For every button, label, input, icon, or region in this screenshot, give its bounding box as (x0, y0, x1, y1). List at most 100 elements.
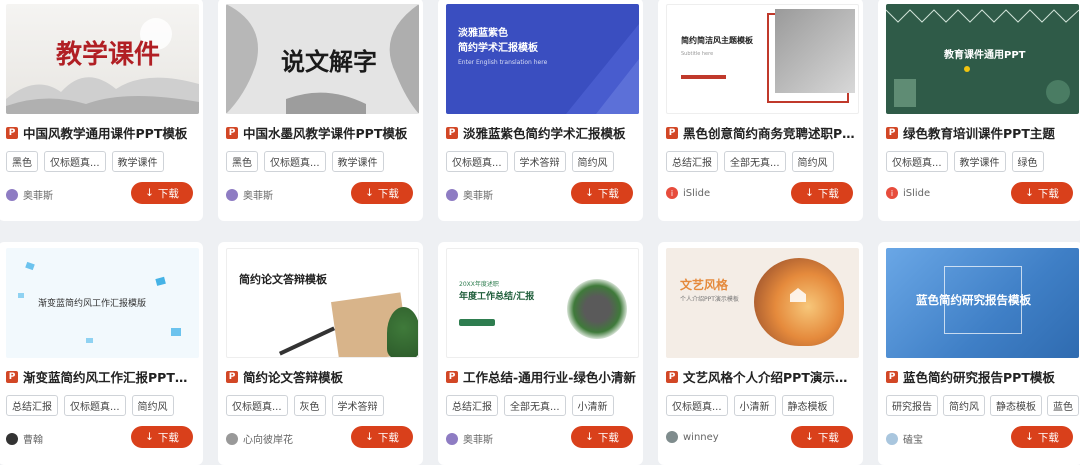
download-button[interactable]: ↓ 下载 (351, 182, 413, 204)
template-thumbnail[interactable]: 渐变蓝简约风工作汇报模版 (6, 248, 199, 358)
tag[interactable]: 教学课件 (953, 151, 1006, 172)
tag[interactable]: 简约风 (943, 395, 985, 416)
tag[interactable]: 绿色 (1011, 151, 1044, 172)
tag[interactable]: 静态模板 (781, 395, 834, 416)
template-card[interactable]: 说文解字 P 中国水墨风教学课件PPT模板 黑色 仅标题真... 教学课件 奥菲… (218, 0, 423, 221)
template-card[interactable]: 教育课件通用PPT P 绿色教育培训课件PPT主题 仅标题真... 教学课件 绿… (878, 0, 1080, 221)
tag[interactable]: 黑色 (226, 151, 258, 172)
ppt-icon: P (6, 370, 18, 383)
tag[interactable]: 学术答辩 (513, 151, 566, 172)
template-title[interactable]: P 黑色创意简约商务竞聘述职PPT... (666, 123, 858, 142)
tag-list: 研究报告 简约风 静态模板 蓝色 (886, 395, 1079, 416)
template-thumbnail[interactable]: 教育课件通用PPT (886, 4, 1079, 114)
tag[interactable]: 简约风 (131, 395, 174, 416)
tag[interactable]: 教学课件 (111, 151, 164, 172)
template-title[interactable]: P 中国风教学通用课件PPT模板 (6, 123, 198, 142)
template-title[interactable]: P 渐变蓝简约风工作汇报PPT模版 (6, 367, 198, 386)
template-title[interactable]: P 文艺风格个人介绍PPT演示模板 (666, 367, 858, 386)
author[interactable]: 心向彼岸花 (226, 431, 293, 446)
template-card[interactable]: 20XX年度述职 年度工作总结/汇报 P 工作总结-通用行业-绿色小清新 总结汇… (438, 242, 643, 465)
template-card[interactable]: 简约简洁风主题模板 Subtitle here P 黑色创意简约商务竞聘述职PP… (658, 0, 863, 221)
author[interactable]: winney (666, 431, 719, 443)
template-thumbnail[interactable]: 20XX年度述职 年度工作总结/汇报 (446, 248, 639, 358)
tag[interactable]: 仅标题真... (64, 395, 126, 416)
author[interactable]: i iSlide (886, 187, 930, 199)
tag[interactable]: 仅标题真... (446, 151, 508, 172)
template-thumbnail[interactable]: 说文解字 (226, 4, 419, 114)
download-button[interactable]: ↓ 下载 (351, 426, 413, 448)
template-title[interactable]: P 中国水墨风教学课件PPT模板 (226, 123, 418, 142)
download-button[interactable]: ↓ 下载 (571, 426, 633, 448)
template-thumbnail[interactable]: 教学课件 (6, 4, 199, 114)
author[interactable]: 奥菲斯 (6, 187, 53, 202)
template-card[interactable]: 渐变蓝简约风工作汇报模版 P 渐变蓝简约风工作汇报PPT模版 总结汇报 仅标题真… (0, 242, 203, 465)
download-button[interactable]: ↓ 下载 (791, 426, 853, 448)
tag[interactable]: 黑色 (6, 151, 38, 172)
tag-list: 总结汇报 全部无真... 简约风 (666, 151, 834, 172)
download-button[interactable]: ↓ 下载 (791, 182, 853, 204)
template-title[interactable]: P 蓝色简约研究报告PPT模板 (886, 367, 1078, 386)
tag[interactable]: 简约风 (571, 151, 614, 172)
author[interactable]: 磕宝 (886, 431, 923, 446)
author[interactable]: i iSlide (666, 187, 710, 199)
download-label: 下载 (377, 187, 399, 200)
avatar (886, 432, 898, 445)
template-card[interactable]: 蓝色简约研究报告模板 P 蓝色简约研究报告PPT模板 研究报告 简约风 静态模板… (878, 242, 1080, 465)
tag[interactable]: 蓝色 (1047, 395, 1079, 416)
tag[interactable]: 全部无真... (504, 395, 566, 416)
template-card[interactable]: 文艺风格 个人介绍PPT演示模板 P 文艺风格个人介绍PPT演示模板 仅标题真.… (658, 242, 863, 465)
tag[interactable]: 全部无真... (724, 151, 786, 172)
tag[interactable]: 仅标题真... (44, 151, 106, 172)
author-name: iSlide (683, 187, 711, 199)
thumbnail-subtitle: Enter English translation here (458, 59, 548, 66)
tag[interactable]: 简约风 (791, 151, 834, 172)
tag[interactable]: 小清新 (571, 395, 614, 416)
download-button[interactable]: ↓ 下载 (131, 182, 193, 204)
template-thumbnail[interactable]: 文艺风格 个人介绍PPT演示模板 (666, 248, 859, 358)
template-grid: 教学课件 P 中国风教学通用课件PPT模板 黑色 仅标题真... 教学课件 奥菲… (0, 0, 1080, 465)
template-title[interactable]: P 工作总结-通用行业-绿色小清新 (446, 367, 638, 386)
download-label: 下载 (377, 431, 399, 444)
tag[interactable]: 仅标题真... (264, 151, 326, 172)
tag[interactable]: 总结汇报 (666, 151, 718, 172)
tag[interactable]: 小清新 (733, 395, 776, 416)
tag[interactable]: 研究报告 (886, 395, 938, 416)
tag[interactable]: 仅标题真... (226, 395, 288, 416)
download-button[interactable]: ↓ 下载 (1011, 182, 1073, 204)
template-card[interactable]: 淡雅蓝紫色 简约学术汇报模板 Enter English translation… (438, 0, 643, 221)
tag[interactable]: 总结汇报 (446, 395, 498, 416)
template-card[interactable]: 教学课件 P 中国风教学通用课件PPT模板 黑色 仅标题真... 教学课件 奥菲… (0, 0, 203, 221)
template-thumbnail[interactable]: 简约简洁风主题模板 Subtitle here (666, 4, 859, 114)
template-title[interactable]: P 淡雅蓝紫色简约学术汇报模板 (446, 123, 638, 142)
template-thumbnail[interactable]: 蓝色简约研究报告模板 (886, 248, 1079, 358)
download-arrow-icon: ↓ (365, 431, 374, 443)
tag[interactable]: 总结汇报 (6, 395, 58, 416)
tag[interactable]: 学术答辩 (331, 395, 384, 416)
thumbnail-title: 渐变蓝简约风工作汇报模版 (38, 299, 147, 309)
author-name: 奥菲斯 (463, 191, 493, 202)
tag[interactable]: 仅标题真... (666, 395, 728, 416)
template-card[interactable]: 简约论文答辩模板 P 简约论文答辩模板 仅标题真... 灰色 学术答辩 心向彼岸… (218, 242, 423, 465)
tag[interactable]: 仅标题真... (886, 151, 948, 172)
tag[interactable]: 教学课件 (331, 151, 384, 172)
thumbnail-title: 淡雅蓝紫色 简约学术汇报模板 (458, 28, 538, 54)
author[interactable]: 曹翰 (6, 431, 43, 446)
author[interactable]: 奥菲斯 (226, 187, 273, 202)
tag[interactable]: 静态模板 (990, 395, 1042, 416)
template-title[interactable]: P 简约论文答辩模板 (226, 367, 418, 386)
ppt-icon: P (886, 370, 898, 383)
tag[interactable]: 灰色 (293, 395, 326, 416)
template-thumbnail[interactable]: 简约论文答辩模板 (226, 248, 419, 358)
author[interactable]: 奥菲斯 (446, 431, 493, 446)
template-title[interactable]: P 绿色教育培训课件PPT主题 (886, 123, 1078, 142)
template-title-text: 文艺风格个人介绍PPT演示模板 (683, 370, 858, 385)
template-title-text: 中国水墨风教学课件PPT模板 (243, 126, 408, 141)
download-button[interactable]: ↓ 下载 (1011, 426, 1073, 448)
download-button[interactable]: ↓ 下载 (131, 426, 193, 448)
avatar (226, 432, 238, 445)
download-arrow-icon: ↓ (145, 431, 154, 443)
template-thumbnail[interactable]: 淡雅蓝紫色 简约学术汇报模板 Enter English translation… (446, 4, 639, 114)
author[interactable]: 奥菲斯 (446, 187, 493, 202)
download-button[interactable]: ↓ 下载 (571, 182, 633, 204)
download-label: 下载 (817, 187, 839, 200)
